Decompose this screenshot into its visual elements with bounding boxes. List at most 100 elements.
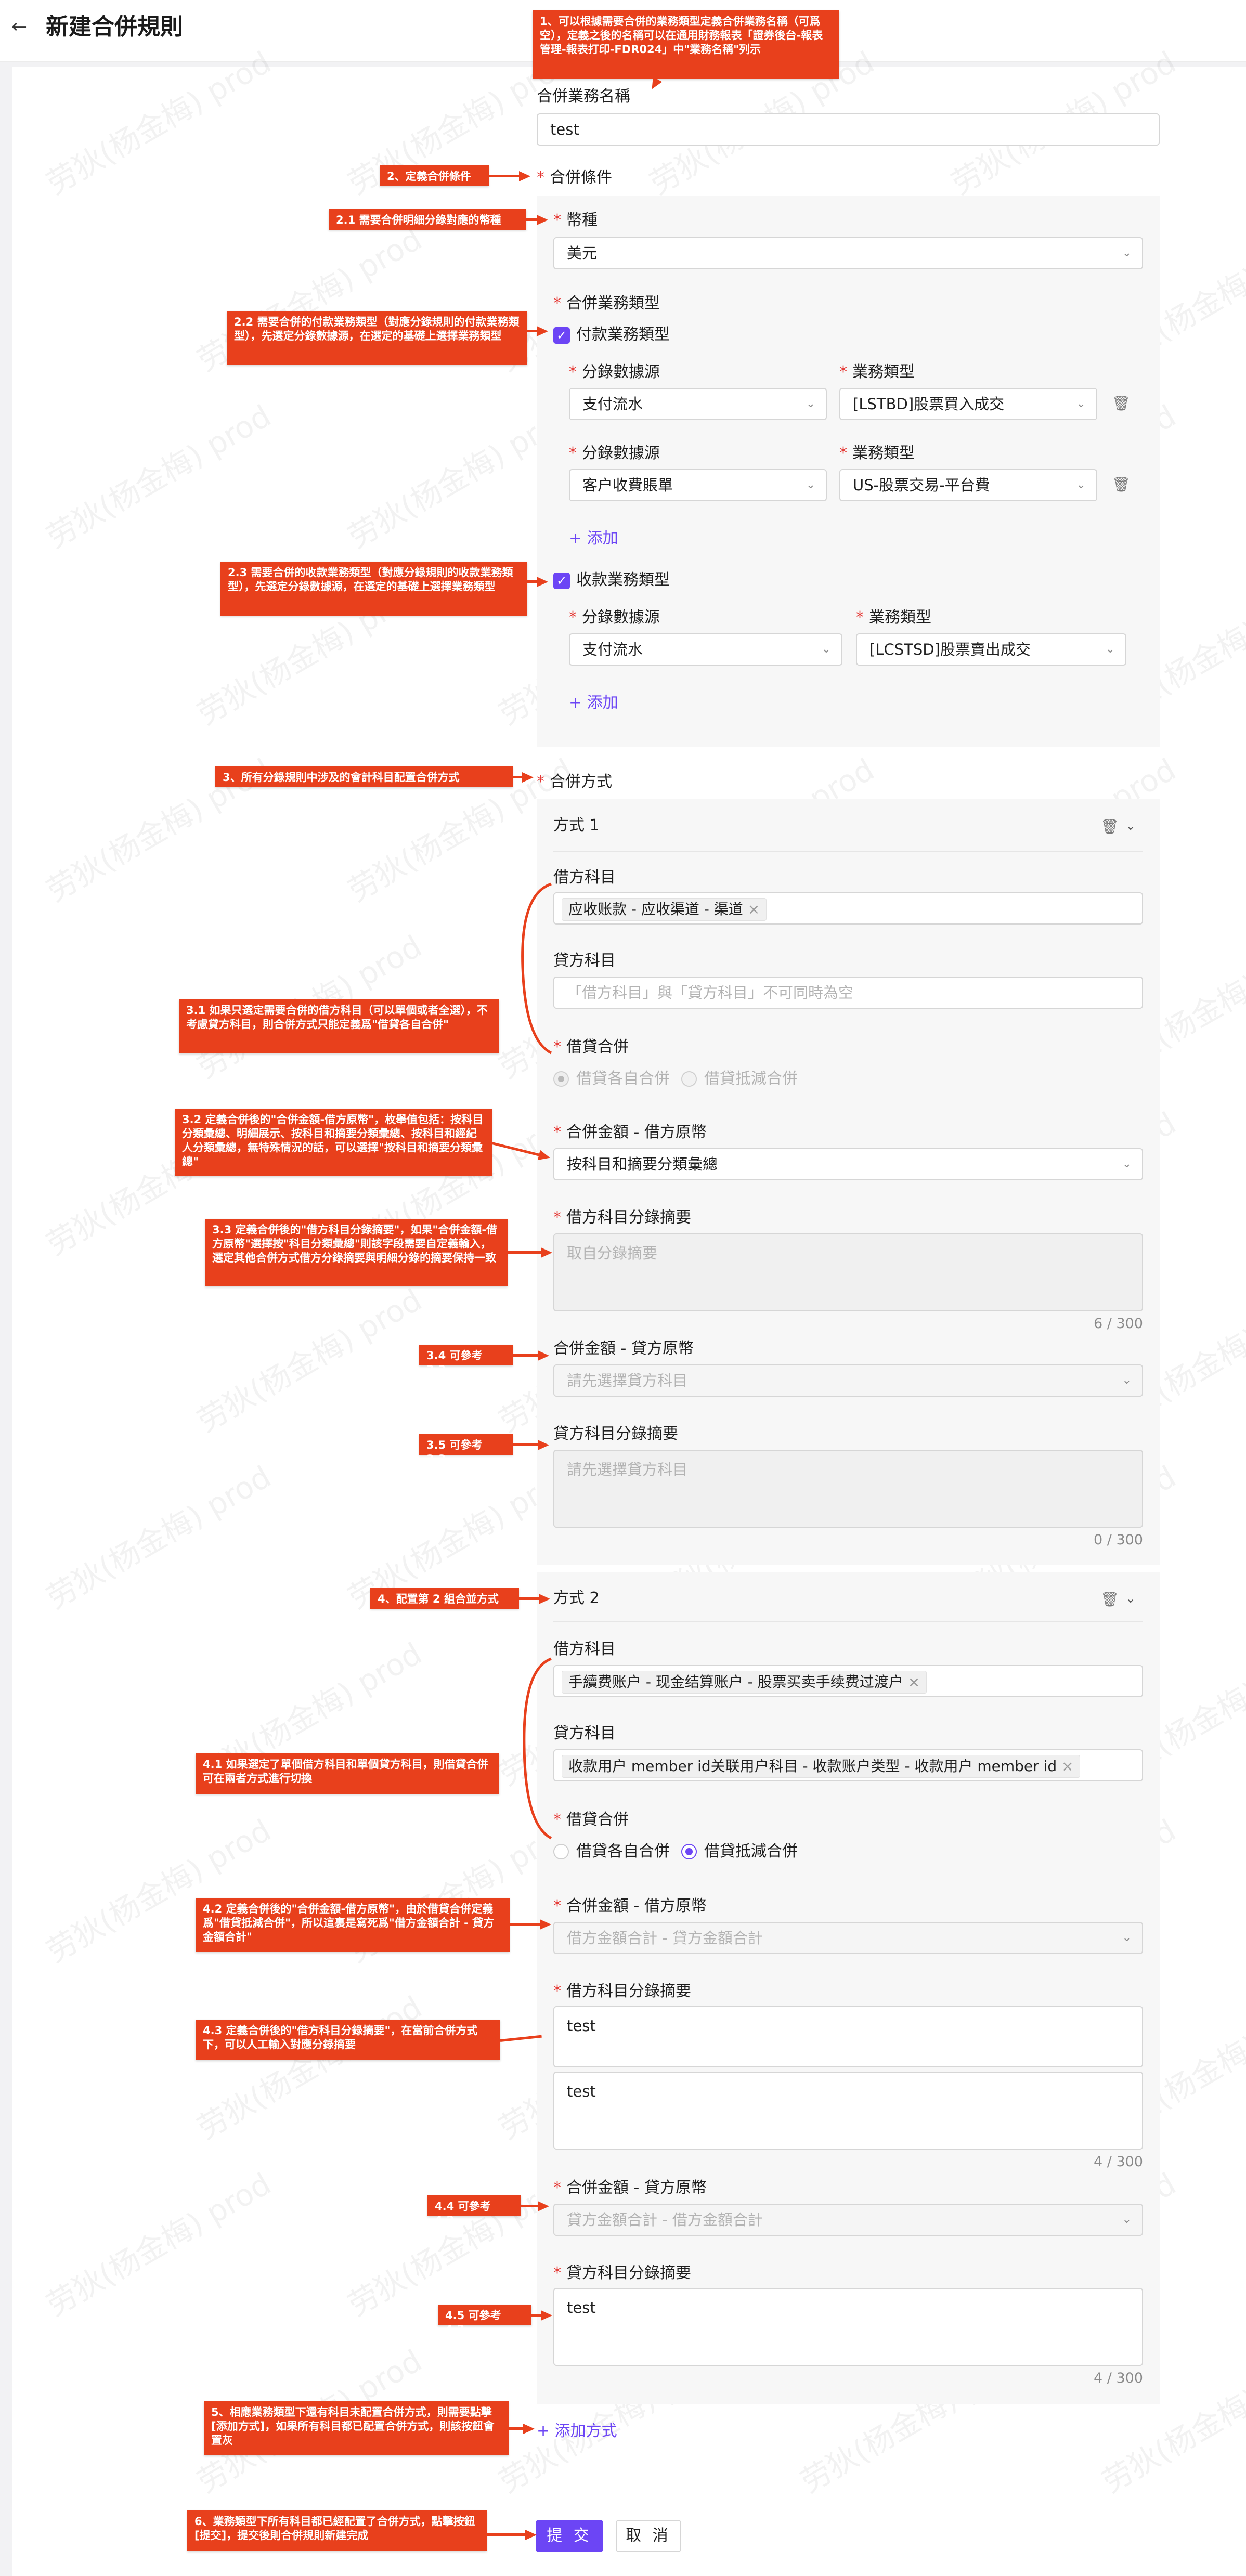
receipt-type-select[interactable]: [LCSTSD]股票賣出成交 ⌄ — [856, 633, 1126, 666]
annotation-arrow — [508, 1251, 542, 1254]
annotation-arrowhead — [541, 1247, 552, 1258]
annotation-2-2: 2.2 需要合併的付款業務類型（對應分錄規則的付款業務類型），先選定分錄數據源，… — [227, 311, 527, 365]
trash-icon[interactable]: 🗑 — [1100, 1589, 1119, 1610]
annotation-arrowhead — [537, 577, 548, 587]
method1-credit-summary-textarea[interactable]: 請先選擇貸方科目 — [553, 1450, 1143, 1528]
payment-checkbox-label: 付款業務類型 — [576, 326, 670, 344]
payment-source-select-1[interactable]: 支付流水 ⌄ — [569, 388, 827, 420]
payment-type-label-2: * 業務類型 — [839, 444, 915, 462]
cancel-button[interactable]: 取 消 — [616, 2520, 681, 2552]
annotation-3-1: 3.1 如果只選定需要合併的借方科目（可以單個或者全選），不考慮貸方科目，則合併… — [179, 999, 499, 1053]
annotation-4-3: 4.3 定義合併後的"借方科目分錄摘要"，在當前合併方式下，可以人工輸入對應分錄… — [196, 2020, 500, 2060]
annotation-4-2: 4.2 定義合併後的"合併金額-借方原幣"，由於借貸合併定義爲"借貸抵減合併"，… — [196, 1898, 510, 1952]
receipt-add-link[interactable]: + 添加 — [569, 693, 618, 713]
chevron-down-icon: ⌄ — [1122, 1374, 1132, 1387]
method1-amount-debit-select[interactable]: 按科目和摘要分類彙總 ⌄ — [553, 1148, 1143, 1180]
divider — [553, 851, 1143, 852]
payment-checkbox[interactable]: ✓ — [553, 327, 570, 344]
debit-account-tag: 手續费账户 - 现金结算账户 - 股票买卖手续费过渡户 × — [562, 1671, 927, 1694]
page-title: 新建合併規則 — [46, 14, 183, 40]
method2-radio-offset[interactable] — [681, 1844, 697, 1859]
trash-icon[interactable]: 🗑 — [1100, 816, 1119, 837]
business-name-label: 合併業務名稱 — [537, 87, 630, 106]
chevron-down-icon[interactable]: ⌄ — [1125, 815, 1136, 836]
annotation-arrow — [521, 2205, 539, 2207]
chevron-down-icon: ⌄ — [1076, 478, 1086, 491]
annotation-arrow — [513, 1443, 539, 1446]
method1-debit-select[interactable]: 应收账款 - 应收渠道 - 渠道 × — [553, 892, 1143, 925]
annotation-4-4: 4.4 可參考 4.2 — [427, 2195, 521, 2227]
chevron-down-icon: ⌄ — [1122, 2213, 1132, 2226]
currency-select[interactable]: 美元 ⌄ — [553, 237, 1143, 269]
chevron-down-icon: ⌄ — [1122, 1157, 1132, 1170]
biz-type-label: * 合併業務類型 — [553, 294, 660, 313]
chevron-down-icon: ⌄ — [1122, 1931, 1132, 1944]
payment-source-label: * 分錄數據源 — [569, 363, 660, 381]
chevron-down-icon[interactable]: ⌄ — [1125, 1588, 1136, 1609]
annotation-3-3: 3.3 定義合併後的"借方科目分錄摘要"，如果"合併金額-借方原幣"選擇按"科目… — [205, 1219, 508, 1286]
add-method-link[interactable]: + 添加方式 — [537, 2421, 617, 2442]
annotation-4: 4、配置第 2 組合並方式 — [370, 1588, 519, 1609]
annotation-3-4: 3.4 可參考 3.2 — [419, 1345, 513, 1376]
payment-type-select-2[interactable]: US-股票交易-平台費 ⌄ — [839, 469, 1097, 501]
receipt-source-label: * 分錄數據源 — [569, 608, 660, 627]
payment-source-select-2[interactable]: 客户收費賬單 ⌄ — [569, 469, 827, 501]
annotation-bracket-2 — [523, 1657, 552, 1840]
method2-credit-summary-textarea[interactable]: test — [553, 2288, 1143, 2366]
chevron-down-icon: ⌄ — [1076, 397, 1086, 410]
method2-radio-each-label: 借貸各自合併 — [576, 1842, 670, 1861]
method2-debit-select[interactable]: 手續费账户 - 现金结算账户 - 股票买卖手续费过渡户 × — [553, 1665, 1143, 1697]
method1-radio-offset[interactable] — [681, 1071, 697, 1087]
submit-button[interactable]: 提 交 — [536, 2520, 603, 2552]
method1-debit-label: 借方科目 — [553, 868, 616, 887]
method2-debit-summary-textarea[interactable]: test — [553, 2072, 1143, 2150]
arrow-left-icon[interactable]: ← — [11, 16, 32, 38]
method1-amount-credit-select[interactable]: 請先選擇貸方科目 ⌄ — [553, 1364, 1143, 1397]
method1-debit-summary-textarea[interactable]: 取自分錄摘要 — [553, 1233, 1143, 1311]
method2-amount-debit-label: * 合併金額 - 借方原幣 — [553, 1897, 707, 1915]
char-count: 4 / 300 — [1094, 2154, 1143, 2170]
method2-credit-label: 貸方科目 — [553, 1724, 616, 1742]
divider — [553, 1621, 1143, 1622]
close-icon[interactable]: × — [748, 901, 760, 918]
payment-type-select-1[interactable]: [LSTBD]股票買入成交 ⌄ — [839, 388, 1097, 420]
chevron-down-icon: ⌄ — [1122, 246, 1132, 259]
close-icon[interactable]: × — [1061, 1758, 1073, 1775]
method2-credit-select[interactable]: 收款用户 member id关联用户科目 - 收款账户类型 - 收款用户 mem… — [553, 1749, 1143, 1781]
receipt-type-label: * 業務類型 — [856, 608, 931, 627]
annotation-arrow — [531, 2314, 542, 2317]
chevron-down-icon: ⌄ — [821, 643, 831, 656]
annotation-2-3: 2.3 需要合併的收款業務類型（對應分錄規則的收款業務類型），先選定分錄數據源，… — [220, 562, 527, 616]
annotation-arrowhead — [540, 1919, 551, 1930]
receipt-source-select[interactable]: 支付流水 ⌄ — [569, 633, 842, 666]
annotation-arrowhead — [519, 171, 530, 181]
annotation-4-5: 4.5 可參考 4.3 — [438, 2305, 531, 2336]
method1-credit-select[interactable]: 「借方科目」與「貸方科目」不可同時為空 — [553, 977, 1143, 1009]
method2-radio-offset-label: 借貸抵減合併 — [704, 1842, 798, 1861]
method1-radio-each[interactable] — [553, 1071, 569, 1087]
annotation-arrow — [487, 2533, 526, 2536]
trash-icon[interactable]: 🗑 — [1112, 474, 1131, 495]
method1-credit-summary-label: 貸方科目分錄摘要 — [553, 1425, 678, 1443]
annotation-2-1: 2.1 需要合併明細分錄對應的幣種 — [329, 209, 526, 230]
currency-label: * 幣種 — [553, 211, 598, 229]
method2-amount-debit-select: 借方金額合計 - 貸方金額合計 ⌄ — [553, 1922, 1143, 1954]
trash-icon[interactable]: 🗑 — [1112, 393, 1131, 414]
close-icon[interactable]: × — [908, 1673, 920, 1690]
method2-debit-summary-input[interactable]: test — [553, 2006, 1143, 2067]
annotation-1: 1、可以根據需要合併的業務類型定義合併業務名稱（可爲空），定義之後的名稱可以在通… — [533, 10, 839, 79]
method2-radio-each[interactable] — [553, 1844, 569, 1859]
receipt-checkbox[interactable]: ✓ — [553, 573, 570, 589]
payment-source-label-2: * 分錄數據源 — [569, 444, 660, 462]
method2-debit-label: 借方科目 — [553, 1640, 616, 1658]
debit-account-tag: 应收账款 - 应收渠道 - 渠道 × — [562, 898, 767, 921]
annotation-arrow — [527, 580, 538, 583]
method1-credit-label: 貸方科目 — [553, 952, 616, 970]
annotation-arrowhead — [525, 2530, 537, 2540]
business-name-input[interactable]: test — [537, 113, 1160, 146]
method2-amount-credit-label: * 合併金額 - 貸方原幣 — [553, 2179, 707, 2197]
annotation-arrowhead — [538, 2201, 549, 2211]
method2-merge-label: * 借貸合併 — [553, 1811, 629, 1829]
receipt-checkbox-label: 收款業務類型 — [576, 571, 670, 589]
payment-add-link[interactable]: + 添加 — [569, 528, 618, 549]
